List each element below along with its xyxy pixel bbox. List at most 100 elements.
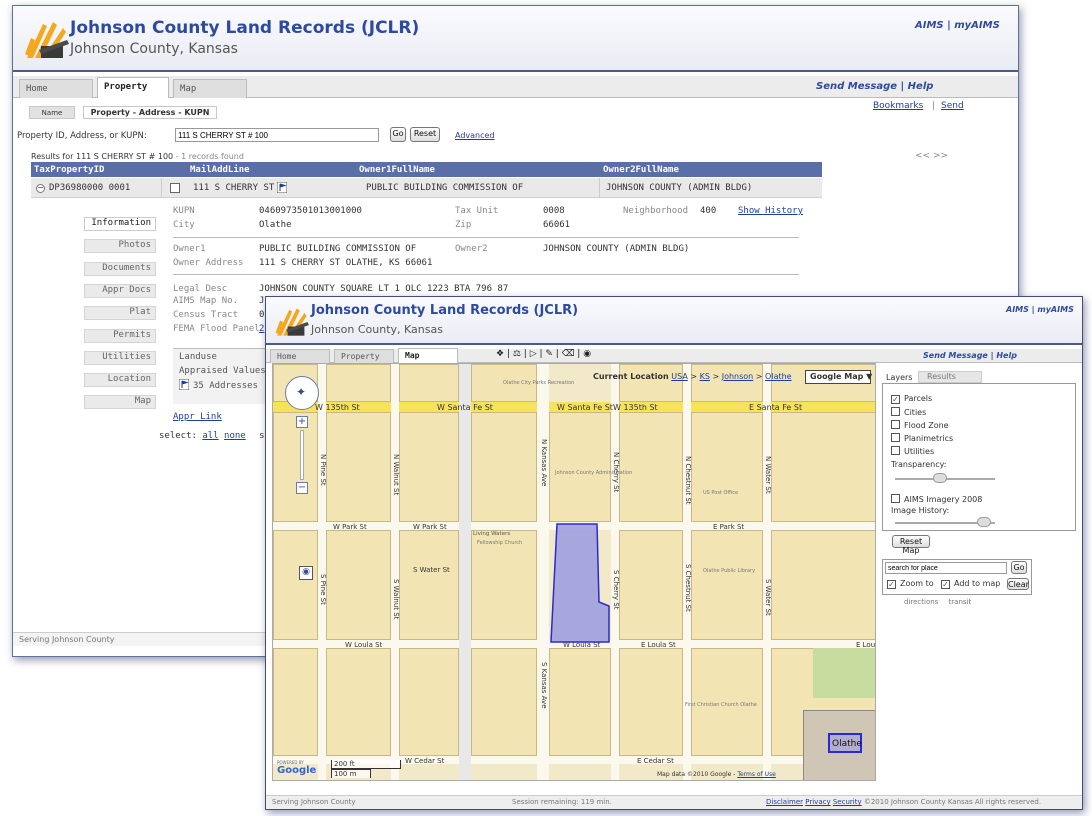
parcel-block <box>619 412 683 522</box>
transit-link[interactable]: transit <box>949 598 972 606</box>
side-tab-permits[interactable]: Permits <box>84 329 156 343</box>
send-message-help[interactable]: Send Message | Help <box>816 81 933 92</box>
layer-parcels-checkbox[interactable]: ✓ <box>891 395 900 404</box>
select-icon[interactable]: ▷ <box>530 349 537 359</box>
search-mode-name[interactable]: Name <box>29 106 75 119</box>
row-checkbox[interactable] <box>170 183 180 193</box>
map-tab-map[interactable]: Map <box>398 348 458 363</box>
info-icon[interactable]: ❖ <box>496 349 504 359</box>
map-canvas[interactable]: Olathe W 135th St W Santa Fe St W Santa … <box>272 363 876 781</box>
side-tab-utilities[interactable]: Utilities <box>84 351 156 365</box>
aims-links[interactable]: AIMS | myAIMS <box>915 20 1000 31</box>
layer-flood-zone-checkbox[interactable] <box>891 420 900 429</box>
addresses-count[interactable]: 35 Addresses <box>193 381 258 391</box>
reset-button[interactable]: Reset <box>410 127 440 142</box>
send-link[interactable]: Send <box>941 101 964 111</box>
reset-map-button[interactable]: Reset Map <box>892 535 930 555</box>
layer-planimetrics[interactable]: Planimetrics <box>891 433 953 443</box>
add-to-map[interactable]: ✓ Add to map <box>941 579 1000 589</box>
map-tab-property[interactable]: Property <box>334 349 394 363</box>
image-history-handle[interactable] <box>977 517 991 527</box>
zoom-to-checkbox[interactable]: ✓ <box>887 580 896 589</box>
zoom-to[interactable]: ✓ Zoom to <box>887 579 934 589</box>
collapse-icon[interactable]: − <box>36 184 45 193</box>
terms-link[interactable]: Terms of Use <box>737 771 775 778</box>
side-tab-appr-docs[interactable]: Appr Docs <box>84 284 156 298</box>
layer-flood-zone[interactable]: Flood Zone <box>891 420 949 430</box>
pager[interactable]: << >> <box>915 151 948 161</box>
draw-icon[interactable]: ✎ <box>545 349 553 359</box>
zoom-in-button[interactable]: + <box>296 416 308 428</box>
side-tab-information[interactable]: Information <box>84 217 156 231</box>
appraised-label[interactable]: Appraised Values <box>179 366 266 376</box>
label-s-walnut: S Walnut St <box>392 579 400 620</box>
layer-parcels[interactable]: ✓ Parcels <box>891 394 932 404</box>
breadcrumb-olathe[interactable]: Olathe <box>765 372 792 381</box>
show-history-link[interactable]: Show History <box>738 206 803 216</box>
zoom-out-button[interactable]: − <box>296 482 308 494</box>
select-all-link[interactable]: all <box>202 431 218 441</box>
locate-button[interactable]: ◉ <box>299 566 313 580</box>
search-label: Property ID, Address, or KUPN: <box>17 131 147 141</box>
disclaimer-link[interactable]: Disclaimer <box>766 798 803 806</box>
results-tab[interactable]: Results <box>918 371 982 383</box>
side-tab-location[interactable]: Location <box>84 373 156 387</box>
map-tab-home[interactable]: Home <box>270 349 330 363</box>
breadcrumb-usa[interactable]: USA <box>671 372 688 381</box>
layer-cities-checkbox[interactable] <box>891 407 900 416</box>
bookmarks-link[interactable]: Bookmarks <box>873 101 923 111</box>
place-search-input[interactable] <box>885 562 1007 574</box>
layer-cities[interactable]: Cities <box>891 407 926 417</box>
col-taxpropertyid[interactable]: TaxPropertyID <box>34 165 104 175</box>
side-tab-map[interactable]: Map <box>84 395 156 409</box>
col-owner2[interactable]: Owner2FullName <box>603 165 679 175</box>
layer-utilities[interactable]: Utilities <box>891 446 934 456</box>
aims-imagery-checkbox[interactable] <box>891 494 900 503</box>
tab-home[interactable]: Home <box>19 79 93 98</box>
map-type-select[interactable]: Google Map ▼ <box>805 370 872 384</box>
tab-property[interactable]: Property <box>97 77 169 98</box>
search-input[interactable] <box>175 128 379 142</box>
erase-icon[interactable]: ⌫ <box>562 349 575 359</box>
jclr-logo <box>25 22 69 58</box>
side-tab-documents[interactable]: Documents <box>84 262 156 276</box>
census-label: Census Tract <box>173 310 239 320</box>
camera-icon[interactable]: ◉ <box>583 349 591 359</box>
measure-icon[interactable]: ⚖ <box>513 349 521 359</box>
clear-button[interactable]: Clear <box>1007 578 1029 590</box>
flag-icon[interactable] <box>277 182 287 193</box>
street-walnut <box>391 364 399 780</box>
place-search-go[interactable]: Go <box>1011 561 1027 574</box>
fema-value[interactable]: 2 <box>259 324 264 334</box>
map-send-message-help[interactable]: Send Message | Help <box>923 351 1017 360</box>
overview-map[interactable]: Olathe <box>803 710 875 780</box>
appr-link[interactable]: Appr Link <box>173 412 222 422</box>
transparency-handle[interactable] <box>933 473 947 483</box>
layer-utilities-checkbox[interactable] <box>891 446 900 455</box>
map-aims-links[interactable]: AIMS | myAIMS <box>1006 305 1074 314</box>
advanced-link[interactable]: Advanced <box>455 131 495 140</box>
select-label: select: <box>159 431 197 441</box>
add-to-map-checkbox[interactable]: ✓ <box>941 580 950 589</box>
security-link[interactable]: Security <box>833 798 862 806</box>
directions-link[interactable]: directions <box>904 598 938 606</box>
side-tab-photos[interactable]: Photos <box>84 239 156 253</box>
pan-control[interactable]: ✦ <box>285 376 319 410</box>
tab-map[interactable]: Map <box>173 79 247 98</box>
privacy-link[interactable]: Privacy <box>805 798 830 806</box>
flag-icon-small <box>179 379 189 390</box>
map-app-title: Johnson County Land Records (JCLR) <box>311 303 579 318</box>
col-owner1[interactable]: Owner1FullName <box>359 165 435 175</box>
landuse-label[interactable]: Landuse <box>179 352 217 362</box>
search-mode-address[interactable]: Property - Address - KUPN <box>83 106 217 119</box>
select-none-link[interactable]: none <box>224 431 246 441</box>
layers-tab[interactable]: Layers <box>886 373 912 382</box>
col-mailaddline[interactable]: MailAddLine <box>190 165 250 175</box>
breadcrumb-johnson[interactable]: Johnson <box>722 372 754 381</box>
breadcrumb-ks[interactable]: KS <box>700 372 710 381</box>
side-tab-plat[interactable]: Plat <box>84 306 156 320</box>
aims-imagery[interactable]: AIMS Imagery 2008 <box>891 494 982 504</box>
zoom-slider[interactable] <box>300 430 304 480</box>
go-button[interactable]: Go <box>390 127 406 142</box>
layer-planimetrics-checkbox[interactable] <box>891 433 900 442</box>
